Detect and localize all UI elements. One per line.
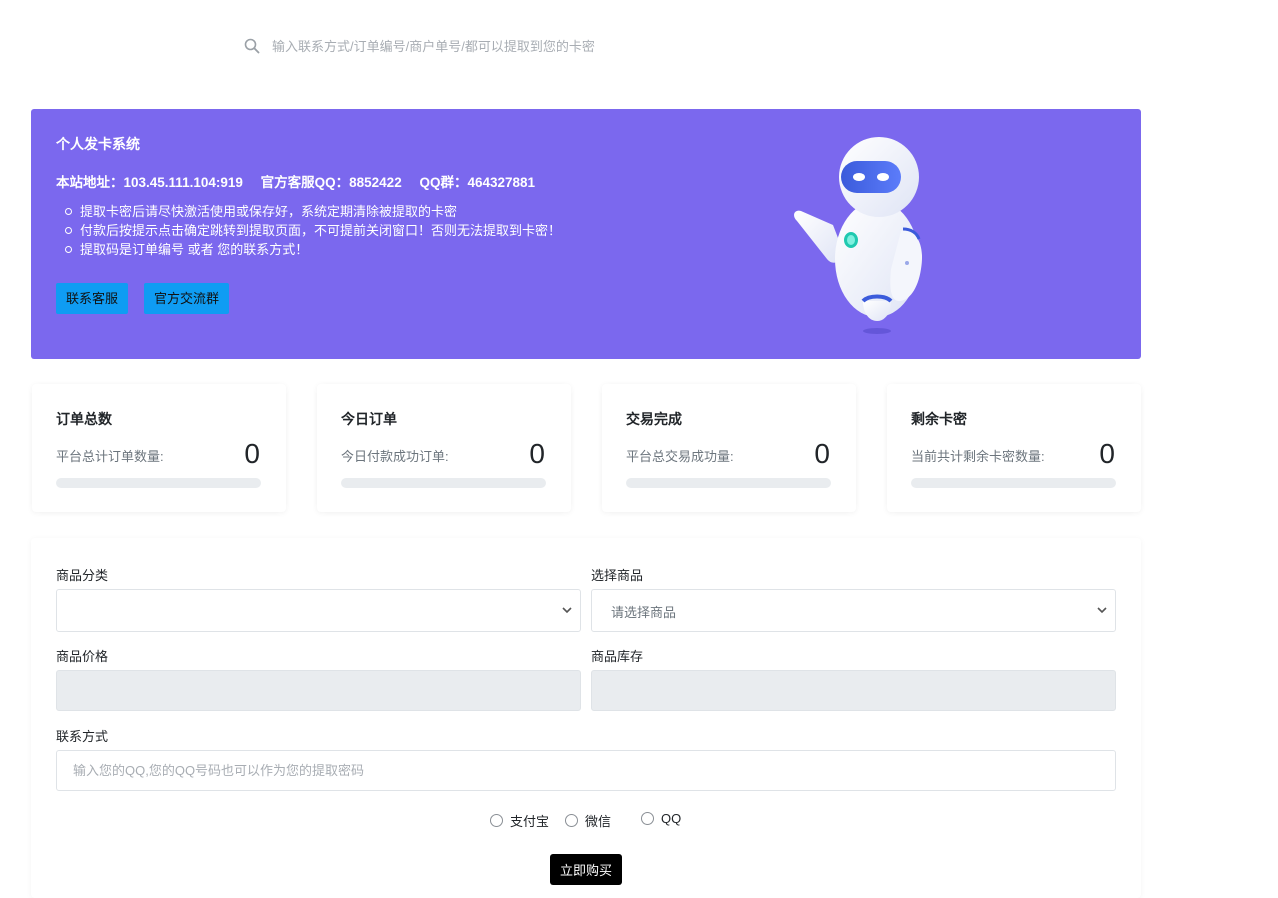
- stat-value: 0: [244, 438, 260, 469]
- chevron-down-icon: [1097, 607, 1107, 614]
- contact-service-button[interactable]: 联系客服: [56, 283, 129, 314]
- note-item: 提取卡密后请尽快激活使用或保存好，系统定期清除被提取的卡密: [64, 202, 561, 221]
- stat-value: 0: [529, 438, 545, 469]
- radio-alipay[interactable]: [490, 814, 503, 827]
- pay-qq-label: QQ: [661, 811, 682, 826]
- order-form: 商品分类 选择商品 请选择商品 商品价格 商品库存 联系方式 支付宝 微信 QQ…: [31, 538, 1141, 898]
- pay-wechat-label: 微信: [585, 814, 612, 829]
- stock-label: 商品库存: [591, 649, 644, 664]
- hero-notes: 提取卡密后请尽快激活使用或保存好，系统定期清除被提取的卡密 付款后按提示点击确定…: [56, 202, 561, 259]
- robot-illustration: [794, 137, 923, 334]
- category-label: 商品分类: [56, 568, 109, 583]
- stat-label: 今日付款成功订单:: [341, 449, 449, 464]
- search-icon: [244, 38, 260, 54]
- note-item: 付款后按提示点击确定跳转到提取页面，不可提前关闭窗口！否则无法提取到卡密！: [64, 223, 562, 238]
- pay-alipay[interactable]: 支付宝: [490, 811, 549, 830]
- search-input[interactable]: [272, 38, 792, 54]
- chevron-down-icon: [562, 607, 572, 614]
- stat-progress-bar: [341, 478, 546, 488]
- stat-progress-bar: [626, 478, 831, 488]
- stat-value: 0: [814, 438, 830, 469]
- hero-banner: 个人发卡系统 本站地址：103.45.111.104:919 官方客服QQ：88…: [31, 109, 1141, 359]
- stat-progress-bar: [911, 478, 1116, 488]
- stat-value: 0: [1099, 438, 1115, 469]
- stat-card-remaining-cards: 剩余卡密 当前共计剩余卡密数量: 0: [887, 384, 1141, 512]
- stat-label: 平台总计订单数量:: [56, 449, 164, 464]
- pay-wechat[interactable]: 微信: [565, 811, 611, 830]
- hero-info: 本站地址：103.45.111.104:919 官方客服QQ：8852422 Q…: [56, 171, 549, 191]
- search-bar[interactable]: [244, 34, 804, 58]
- hero-title: 个人发卡系统: [56, 136, 140, 152]
- contact-field-wrap: [56, 750, 1116, 791]
- official-group-button[interactable]: 官方交流群: [144, 283, 230, 314]
- stat-title: 今日订单: [341, 411, 397, 427]
- stat-title: 剩余卡密: [911, 411, 967, 427]
- site-address: 本站地址：103.45.111.104:919: [56, 175, 243, 190]
- note-item: 提取码是订单编号 或者 您的联系方式！: [64, 240, 561, 259]
- contact-label: 联系方式: [56, 729, 109, 744]
- stat-card-total-orders: 订单总数 平台总计订单数量: 0: [32, 384, 286, 512]
- stat-label: 当前共计剩余卡密数量:: [911, 449, 1045, 464]
- stat-card-completed: 交易完成 平台总交易成功量: 0: [602, 384, 856, 512]
- radio-qq[interactable]: [641, 812, 654, 825]
- stock-field: [591, 670, 1116, 711]
- stat-title: 交易完成: [626, 411, 682, 427]
- stat-label: 平台总交易成功量:: [626, 449, 734, 464]
- qq-group: QQ群：464327881: [419, 175, 536, 190]
- service-qq: 官方客服QQ：8852422: [260, 175, 402, 190]
- price-label: 商品价格: [56, 649, 109, 664]
- product-select[interactable]: 请选择商品: [591, 589, 1116, 632]
- category-select[interactable]: [56, 589, 581, 632]
- stat-card-today-orders: 今日订单 今日付款成功订单: 0: [317, 384, 571, 512]
- price-field: [56, 670, 581, 711]
- product-label: 选择商品: [591, 568, 644, 583]
- stat-progress-bar: [56, 478, 261, 488]
- radio-wechat[interactable]: [565, 814, 578, 827]
- contact-input[interactable]: [57, 751, 1115, 790]
- pay-alipay-label: 支付宝: [510, 814, 550, 829]
- pay-qq[interactable]: QQ: [641, 811, 681, 826]
- product-select-value: 请选择商品: [611, 605, 677, 620]
- stat-title: 订单总数: [56, 411, 112, 427]
- buy-now-button[interactable]: 立即购买: [550, 854, 623, 885]
